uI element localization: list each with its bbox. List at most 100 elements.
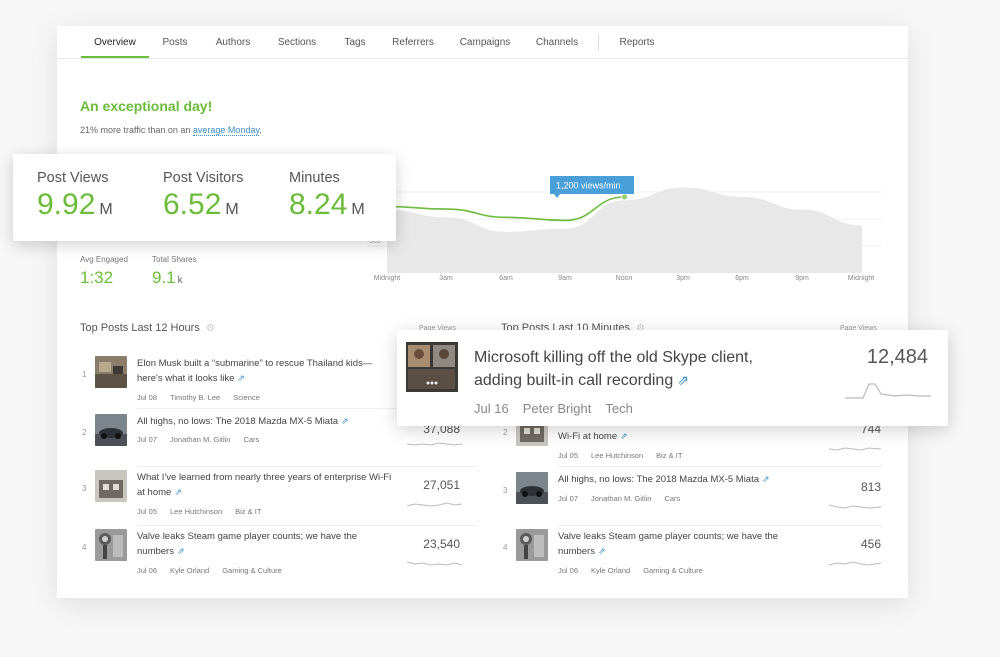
external-link-icon[interactable]: ⇗ xyxy=(620,431,628,441)
external-link-icon[interactable]: ⇗ xyxy=(237,373,245,383)
tab-campaigns[interactable]: Campaigns xyxy=(455,26,515,57)
traffic-chart: 500 1,200 views/min xyxy=(367,176,882,273)
left-section-title: Top Posts Last 12 Hours ⚙ xyxy=(80,322,215,334)
post-author[interactable]: Timothy B. Lee xyxy=(170,393,220,402)
external-link-icon[interactable]: ⇗ xyxy=(598,546,606,556)
tab-posts[interactable]: Posts xyxy=(155,26,195,57)
valve-photo-icon xyxy=(516,529,548,561)
average-day-link[interactable]: average Monday xyxy=(192,125,260,136)
post-author[interactable]: Peter Bright xyxy=(523,401,592,416)
tab-channels[interactable]: Channels xyxy=(530,26,584,57)
row-divider xyxy=(137,525,477,526)
x-tick-label: Noon xyxy=(615,275,633,282)
gear-icon[interactable]: ⚙ xyxy=(206,323,215,334)
post-date: Jul 06 xyxy=(558,566,579,575)
car-photo-icon xyxy=(516,472,548,504)
traffic-subline: 21% more traffic than on an average Mond… xyxy=(80,125,262,136)
x-tick-label: 9pm xyxy=(795,275,809,282)
post-title-text: Valve leaks Steam game player counts; we… xyxy=(137,531,358,557)
valve-photo-icon xyxy=(95,529,127,561)
external-link-icon[interactable]: ⇗ xyxy=(762,474,770,484)
tab-sections[interactable]: Sections xyxy=(272,26,322,57)
post-section[interactable]: Tech xyxy=(605,401,632,416)
post-section[interactable]: Cars xyxy=(243,435,259,444)
post-date: Jul 06 xyxy=(137,566,158,575)
sparkline xyxy=(829,447,881,451)
external-link-icon[interactable]: ⇗ xyxy=(177,546,185,556)
post-meta: Jul 06 Kyle Orland Gaming & Culture xyxy=(137,566,295,575)
featured-post-popup[interactable]: Microsoft killing off the old Skype clie… xyxy=(397,330,948,426)
tab-tags[interactable]: Tags xyxy=(338,26,372,57)
rank-number: 2 xyxy=(503,428,508,437)
post-section[interactable]: Gaming & Culture xyxy=(643,566,703,575)
featured-post-meta: Jul 16 Peter Bright Tech xyxy=(474,401,647,416)
tab-authors[interactable]: Authors xyxy=(209,26,257,57)
post-author[interactable]: Kyle Orland xyxy=(591,566,630,575)
x-tick-label: Midnight xyxy=(373,275,401,282)
post-title[interactable]: All highs, no lows: The 2018 Mazda MX-5 … xyxy=(558,472,803,487)
post-visitors-unit: M xyxy=(225,201,239,218)
list-item[interactable]: 4 Valve leaks Steam game player counts; … xyxy=(82,529,477,583)
house-photo-icon xyxy=(95,470,127,502)
post-meta: Jul 06 Kyle Orland Gaming & Culture xyxy=(558,566,716,575)
post-author[interactable]: Kyle Orland xyxy=(170,566,209,575)
post-visitors-value: 6.52 xyxy=(163,188,222,221)
rank-number: 4 xyxy=(503,543,508,552)
post-title[interactable]: All highs, no lows: The 2018 Mazda MX-5 … xyxy=(137,414,392,429)
post-title[interactable]: Valve leaks Steam game player counts; we… xyxy=(558,529,803,559)
row-divider xyxy=(558,525,883,526)
post-author[interactable]: Jonathan M. Gitlin xyxy=(591,494,651,503)
x-tick-label: 3am xyxy=(439,275,453,282)
post-author[interactable]: Lee Hutchinson xyxy=(591,451,643,460)
post-section[interactable]: Cars xyxy=(664,494,680,503)
external-link-icon[interactable]: ⇗ xyxy=(174,487,182,497)
avg-engaged-value: 1:32 xyxy=(80,268,114,287)
tab-overview[interactable]: Overview xyxy=(81,26,149,58)
list-item[interactable]: 3 What I've learned from nearly three ye… xyxy=(82,470,477,524)
external-link-icon[interactable]: ⇗ xyxy=(677,372,689,388)
post-visitors-stat: Post Visitors 6.52 M xyxy=(163,170,243,222)
x-tick-label: 9am xyxy=(558,275,572,282)
post-date: Jul 05 xyxy=(137,507,158,516)
post-section[interactable]: Biz & IT xyxy=(656,451,682,460)
skype-call-photo-icon xyxy=(406,342,458,392)
sparkline xyxy=(407,502,462,507)
post-meta: Jul 08 Timothy B. Lee Science xyxy=(137,393,273,402)
post-section[interactable]: Science xyxy=(233,393,260,402)
post-author[interactable]: Jonathan M. Gitlin xyxy=(170,435,230,444)
post-title-text: Elon Musk built a “submarine” to rescue … xyxy=(137,358,373,384)
current-point-marker[interactable] xyxy=(621,193,628,201)
page-views-count: 23,540 xyxy=(423,537,460,551)
page-views-count: 813 xyxy=(860,480,881,494)
page-views-count: 27,051 xyxy=(423,478,460,492)
post-date: Jul 08 xyxy=(137,393,158,402)
external-link-icon[interactable]: ⇗ xyxy=(341,416,349,426)
post-section[interactable]: Gaming & Culture xyxy=(222,566,282,575)
post-title-text: All highs, no lows: The 2018 Mazda MX-5 … xyxy=(558,474,760,485)
post-views-value: 9.92 xyxy=(37,188,96,221)
post-title[interactable]: What I've learned from nearly three year… xyxy=(137,470,392,500)
x-tick-label: 6pm xyxy=(735,275,749,282)
post-title[interactable]: Valve leaks Steam game player counts; we… xyxy=(137,529,392,559)
list-item[interactable]: 4 Valve leaks Steam game player counts; … xyxy=(503,529,883,583)
post-thumbnail xyxy=(95,529,127,561)
left-section-title-text: Top Posts Last 12 Hours xyxy=(80,322,200,334)
headline-stats-popup: Post Views 9.92 M Post Visitors 6.52 M Min… xyxy=(13,154,396,241)
list-item[interactable]: 3 All highs, no lows: The 2018 Mazda MX-… xyxy=(503,472,883,526)
post-thumbnail xyxy=(406,342,458,392)
rank-number: 2 xyxy=(82,428,87,437)
avg-engaged-label: Avg Engaged xyxy=(80,255,128,264)
submarine-photo-icon xyxy=(95,356,127,388)
post-author[interactable]: Lee Hutchinson xyxy=(170,507,222,516)
post-meta: Jul 07 Jonathan M. Gitlin Cars xyxy=(558,494,693,503)
post-date: Jul 05 xyxy=(558,451,579,460)
post-title-text: Valve leaks Steam game player counts; we… xyxy=(558,531,779,557)
minutes-unit: M xyxy=(351,201,365,218)
tab-reports[interactable]: Reports xyxy=(612,26,662,57)
post-title[interactable]: Elon Musk built a “submarine” to rescue … xyxy=(137,356,392,386)
post-section[interactable]: Biz & IT xyxy=(235,507,261,516)
featured-post-title[interactable]: Microsoft killing off the old Skype clie… xyxy=(474,346,794,392)
subline-suffix: . xyxy=(259,125,262,135)
tab-referrers[interactable]: Referrers xyxy=(387,26,439,57)
post-visitors-label: Post Visitors xyxy=(163,170,244,186)
